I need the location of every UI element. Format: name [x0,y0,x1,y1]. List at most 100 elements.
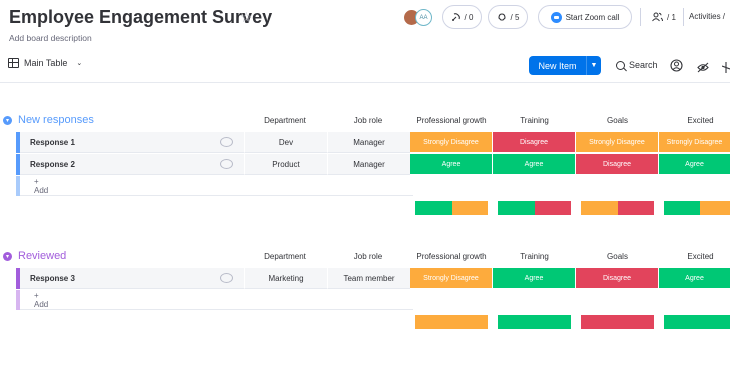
group-header-new-responses[interactable]: ▾ New responses [3,114,94,126]
integrations-count: / 0 [464,12,474,22]
board-description[interactable]: Add board description [9,33,92,43]
activities-button[interactable]: Activities / [689,12,725,21]
zoom-call-button[interactable]: Start Zoom call [538,5,632,29]
divider [640,8,641,26]
group-title[interactable]: Reviewed [18,250,66,262]
column-header-goals[interactable]: Goals [576,252,659,261]
column-header-department[interactable]: Department [245,252,325,261]
summary-segment [498,201,535,215]
column-header-training[interactable]: Training [493,252,576,261]
summary-segment [581,315,654,329]
view-label: Main Table [24,58,68,68]
search-icon [616,60,625,70]
job-role-cell[interactable]: Manager [327,154,410,175]
summary-segment [451,201,488,215]
department-cell[interactable]: Product [244,154,327,175]
summary-segment [415,315,488,329]
summary-segment [498,315,571,329]
summary-segment [700,201,730,215]
divider [20,195,413,196]
members-icon [652,12,664,22]
invite-members-button[interactable]: / 1 [645,5,683,29]
status-cell-training[interactable]: Agree [493,268,575,288]
automations-count: / 5 [510,12,520,22]
summary-goals[interactable] [581,315,654,329]
divider [683,8,684,26]
view-selector[interactable]: Main Table ⌄ [8,58,82,68]
add-item-label[interactable]: + Add [34,176,48,196]
updates-chat-icon[interactable] [220,273,233,283]
job-role-cell[interactable]: Team member [327,268,410,289]
more-options-icon[interactable] [721,60,730,78]
automations-button[interactable]: / 5 [488,5,528,29]
column-header-excited[interactable]: Excited [659,116,730,125]
department-cell[interactable]: Marketing [244,268,327,289]
integrations-button[interactable]: / 0 [442,5,482,29]
row-color-bar [16,176,20,196]
status-cell-excited[interactable]: Strongly Disagree [659,132,730,152]
summary-segment [617,201,654,215]
hide-columns-icon[interactable] [697,60,709,78]
job-role-cell[interactable]: Manager [327,132,410,153]
new-item-button[interactable]: New Item ▼ [529,56,601,75]
zoom-icon [550,11,562,23]
integrations-icon [451,13,460,21]
search-label: Search [629,60,658,70]
chevron-down-icon: ⌄ [76,60,83,67]
new-item-label: New Item [538,60,577,71]
add-item-label[interactable]: + Add [34,290,48,310]
summary-segment [415,201,452,215]
summary-segment [664,315,730,329]
table-icon [8,58,19,68]
automations-icon [497,13,506,21]
collapse-group-icon[interactable]: ▾ [3,115,12,125]
zoom-call-label: Start Zoom call [565,12,620,22]
status-cell-goals[interactable]: Disagree [576,268,658,288]
summary-growth[interactable] [415,201,488,215]
summary-excited[interactable] [664,315,730,329]
status-cell-training[interactable]: Agree [493,154,575,174]
search-button[interactable]: Search [616,60,658,70]
column-header-job-role[interactable]: Job role [328,252,408,261]
collapse-group-icon[interactable]: ▾ [3,251,12,261]
summary-segment [664,201,701,215]
summary-goals[interactable] [581,201,654,215]
row-color-bar [16,290,20,310]
summary-training[interactable] [498,315,571,329]
status-cell-excited[interactable]: Agree [659,268,730,288]
column-header-department[interactable]: Department [245,116,325,125]
avatar-initials: AA [419,14,428,21]
department-cell[interactable]: Dev [244,132,327,153]
summary-growth[interactable] [415,315,488,329]
status-cell-goals[interactable]: Strongly Disagree [576,132,658,152]
toolbar-divider [0,82,730,83]
chevron-down-icon[interactable]: ▼ [586,56,601,75]
divider [20,309,413,310]
board-title[interactable]: Employee Engagement Survey [9,7,272,28]
summary-segment [534,201,571,215]
status-cell-growth[interactable]: Strongly Disagree [410,268,492,288]
status-cell-goals[interactable]: Disagree [576,154,658,174]
summary-segment [581,201,618,215]
column-header-training[interactable]: Training [493,116,576,125]
group-title[interactable]: New responses [18,114,94,126]
column-header-professional-growth[interactable]: Professional growth [410,116,493,125]
person-filter-icon[interactable] [670,59,683,77]
summary-training[interactable] [498,201,571,215]
updates-chat-icon[interactable] [220,137,233,147]
status-cell-growth[interactable]: Agree [410,154,492,174]
column-header-goals[interactable]: Goals [576,116,659,125]
status-cell-training[interactable]: Disagree [493,132,575,152]
board-members-avatars[interactable]: AA [403,9,435,26]
members-count: / 1 [667,12,676,22]
summary-excited[interactable] [664,201,730,215]
status-cell-excited[interactable]: Agree [659,154,730,174]
column-header-professional-growth[interactable]: Professional growth [410,252,493,261]
column-header-job-role[interactable]: Job role [328,116,408,125]
group-header-reviewed[interactable]: ▾ Reviewed [3,250,66,262]
avatar: AA [415,9,432,26]
favorite-star-icon[interactable]: ☆ [240,9,253,26]
status-cell-growth[interactable]: Strongly Disagree [410,132,492,152]
updates-chat-icon[interactable] [220,159,233,169]
column-header-excited[interactable]: Excited [659,252,730,261]
